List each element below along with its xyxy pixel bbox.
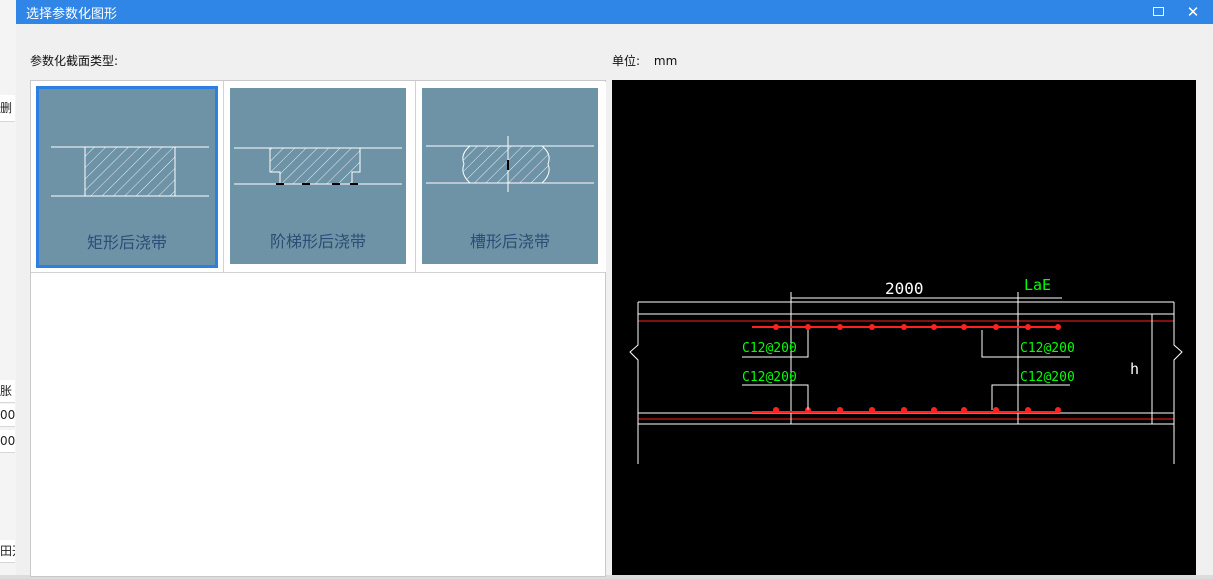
shape-card: 矩形后浇带 [36,86,218,268]
height-label: h [1130,360,1139,378]
background-cell: 00 [0,404,15,427]
dialog-titlebar[interactable]: 选择参数化图形 ✕ [16,0,1213,24]
post-pour-strip-drawing: 2000 LaE h C12@200 C12@200 C12@200 C12@2… [629,276,1183,464]
close-icon: ✕ [1186,3,1200,21]
tile-row-divider [31,272,605,273]
maximize-button[interactable] [1144,0,1172,24]
section-type-label: 参数化截面类型: [30,54,119,68]
break-line [629,302,639,464]
shape-tile-stepped[interactable]: 阶梯形后浇带 [224,82,414,272]
preview-canvas: 2000 LaE h C12@200 C12@200 C12@200 C12@2… [612,80,1196,575]
break-line [1173,302,1183,464]
rebar-label-bottom-right: C12@200 [1020,370,1075,385]
shape-list[interactable]: 矩形后浇带 阶梯形后浇带 槽形后浇带 [30,80,606,577]
shape-card: 阶梯形后浇带 [230,88,406,264]
dialog-title: 选择参数化图形 [26,7,118,22]
parametric-shape-dialog: 选择参数化图形 ✕ 参数化截面类型: 单位: mm 矩形后浇带 阶梯形后浇带 槽… [16,0,1213,577]
background-window-strip: 删 胀 00 00 田开 [0,0,17,575]
shape-tile-grooved[interactable]: 槽形后浇带 [416,82,606,272]
leader-line [742,384,809,410]
dimension-lae: LaE [1024,276,1051,294]
unit-value: mm [653,54,678,68]
maximize-icon [1152,7,1164,16]
unit-label-text: 单位: [612,54,641,68]
shape-label: 槽形后浇带 [469,232,550,251]
rebar-label-top-left: C12@200 [742,341,797,356]
shape-card: 槽形后浇带 [422,88,598,264]
rebar-label-bottom-left: C12@200 [742,370,797,385]
close-button[interactable]: ✕ [1179,0,1207,24]
background-cell: 删 [0,95,15,122]
background-cell: 胀 [0,380,15,403]
background-cell: 田开 [0,540,15,563]
background-cell: 00 [0,430,15,453]
shape-label: 阶梯形后浇带 [269,232,366,251]
rebar-label-top-right: C12@200 [1020,341,1075,356]
shape-tile-rectangular[interactable]: 矩形后浇带 [32,82,222,272]
dimension-width: 2000 [885,279,924,298]
unit-label: 单位: mm [612,52,677,69]
leader-line [991,384,1070,410]
shape-label: 矩形后浇带 [86,233,167,252]
